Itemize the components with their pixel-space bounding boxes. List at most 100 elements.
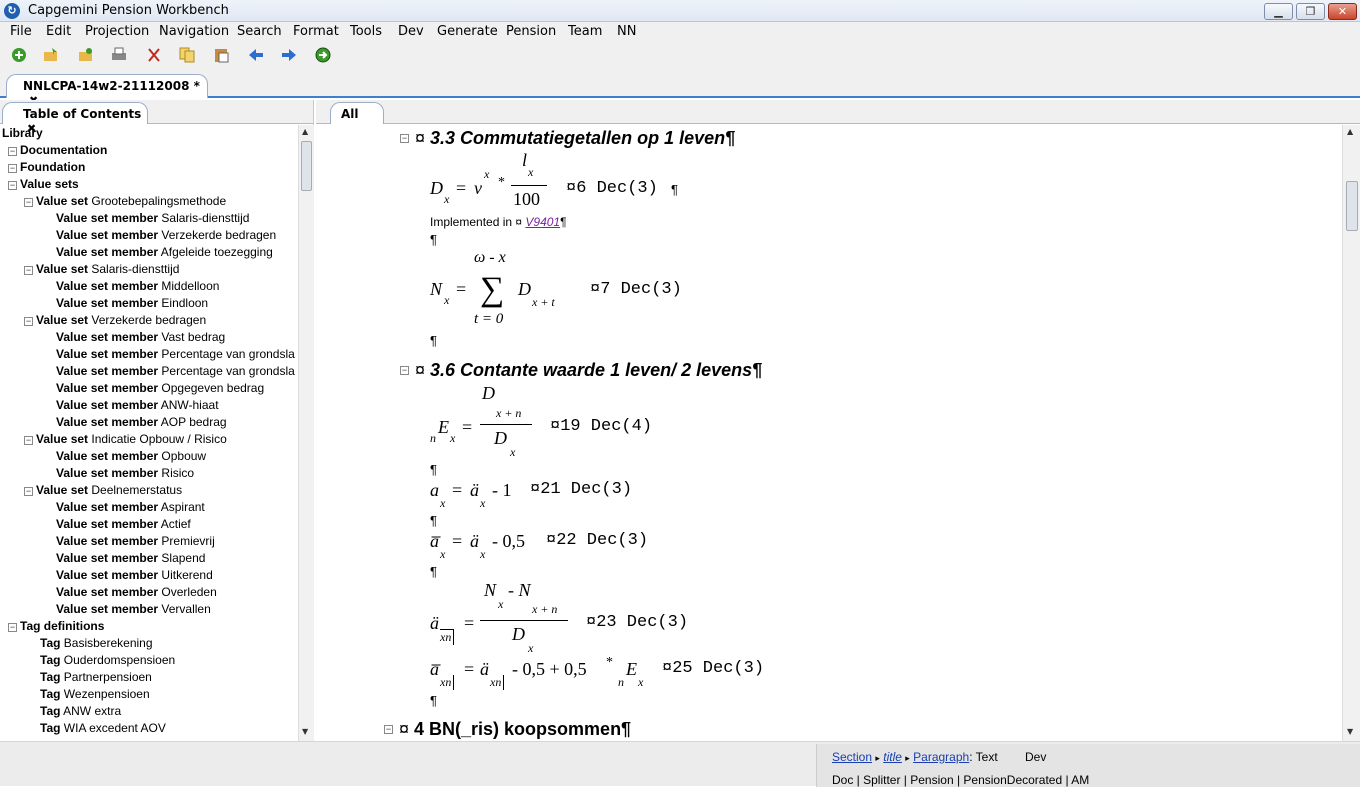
toc-item[interactable]: Tag WIA excedent AOV [40,720,166,737]
toc-item[interactable]: Value set member AOP bedrag [56,414,227,431]
toc-item[interactable]: Tag Basisberekening [40,635,153,652]
implemented-link-v9401[interactable]: V9401 [525,215,560,229]
collapse-icon[interactable]: − [24,436,33,445]
breadcrumb-paragraph[interactable]: Paragraph [913,750,969,764]
annotation-7[interactable]: ¤7 Dec(3) [590,280,682,299]
toc-item[interactable]: Library [2,125,43,142]
maximize-button[interactable]: ❐ [1296,3,1325,20]
menu-team[interactable]: Team [568,24,602,39]
section-heading-3-3[interactable]: − ¤ 3.3 Commutatiegetallen op 1 leven¶ [400,128,735,149]
tab-table-of-contents[interactable]: Table of Contents ✖ [2,102,148,135]
toc-item[interactable]: Value set member ANW-hiaat [56,397,219,414]
annotation-23[interactable]: ¤23 Dec(3) [586,613,688,632]
tab-nnlcpa[interactable]: NNLCPA-14w2-21112008 * ✖ [6,74,208,107]
annotation-25[interactable]: ¤25 Dec(3) [662,659,764,678]
menu-generate[interactable]: Generate [437,24,498,39]
toc-item[interactable]: − Foundation [8,159,85,176]
collapse-icon[interactable]: − [400,134,409,143]
menu-pension[interactable]: Pension [506,24,556,39]
scroll-up-icon[interactable]: ▲ [1347,127,1353,136]
copy-icon[interactable] [178,46,196,64]
toc-item[interactable]: Tag Partnerpensioen [40,669,152,686]
toc-item[interactable]: Value set member Uitkerend [56,567,213,584]
close-button[interactable]: ✕ [1328,3,1357,20]
menu-file[interactable]: File [10,24,32,39]
toc-item[interactable]: Value set member Percentage van grondsla [56,346,295,363]
collapse-icon[interactable]: − [24,317,33,326]
open-icon[interactable] [42,46,60,64]
menu-format[interactable]: Format [293,24,339,39]
toc-item[interactable]: − Value sets [8,176,79,193]
toc-item[interactable]: Value set member Percentage van grondsla [56,363,295,380]
toc-item[interactable]: Value set member Salaris-diensttijd [56,210,249,227]
cut-icon[interactable] [145,46,163,64]
annotation-22[interactable]: ¤22 Dec(3) [546,531,648,550]
collapse-icon[interactable]: − [8,147,17,156]
toc-item[interactable]: − Tag definitions [8,618,104,635]
toc-item[interactable]: − Value set Salaris-diensttijd [24,261,179,278]
annotation-19[interactable]: ¤19 Dec(4) [550,417,652,436]
section-heading-3-6[interactable]: − ¤ 3.6 Contante waarde 1 leven/ 2 levens… [400,360,762,381]
toc-item[interactable]: Value set member Afgeleide toezegging [56,244,273,261]
scroll-down-icon[interactable]: ▼ [1347,727,1353,736]
document-scrollbar[interactable]: ▲ ▼ [1342,125,1360,741]
toc-item[interactable]: Value set member Vervallen [56,601,211,618]
menu-nn[interactable]: NN [617,24,636,39]
collapse-icon[interactable]: − [384,725,393,734]
menu-edit[interactable]: Edit [46,24,71,39]
toc-item[interactable]: Value set member Verzekerde bedragen [56,227,276,244]
collapse-icon[interactable]: − [8,181,17,190]
toc-item[interactable]: Value set member Aspirant [56,499,205,516]
tab-all[interactable]: All [330,102,384,124]
scroll-down-icon[interactable]: ▼ [302,727,308,736]
toc-item[interactable]: Value set member Overleden [56,584,217,601]
toc-item[interactable]: − Value set Grootebepalingsmethode [24,193,226,210]
toc-item[interactable]: Value set member Risico [56,465,194,482]
toc-item[interactable]: − Documentation [8,142,107,159]
print-icon[interactable] [110,46,128,64]
toc-item[interactable]: Tag ANW extra [40,703,121,720]
breadcrumb-title[interactable]: title [883,750,902,764]
toc-item[interactable]: Value set member Premievrij [56,533,215,550]
toc-item[interactable]: Value set member Middelloon [56,278,219,295]
toc-item[interactable]: Value set member Eindloon [56,295,208,312]
annotation-6[interactable]: ¤6 Dec(3) [566,179,658,198]
annotation-21[interactable]: ¤21 Dec(3) [530,480,632,499]
toc-item[interactable]: Value set member Vast bedrag [56,329,225,346]
new-icon[interactable] [10,46,28,64]
formula-abar-minus05: - 0,5 [492,531,525,551]
collapse-icon[interactable]: − [8,623,17,632]
collapse-icon[interactable]: − [24,266,33,275]
minimize-button[interactable]: ▁ [1264,3,1293,20]
paste-icon[interactable] [212,46,230,64]
toc-item[interactable]: Value set member Actief [56,516,191,533]
collapse-icon[interactable]: − [400,366,409,375]
scroll-up-icon[interactable]: ▲ [302,127,308,136]
toc-scrollbar[interactable]: ▲ ▼ [298,125,314,741]
menu-navigation[interactable]: Navigation [159,24,229,39]
menu-projection[interactable]: Projection [85,24,149,39]
collapse-icon[interactable]: − [24,487,33,496]
collapse-icon[interactable]: − [24,198,33,207]
toc-item[interactable]: − Value set Indicatie Opbouw / Risico [24,431,227,448]
toc-item[interactable]: − Value set Verzekerde bedragen [24,312,206,329]
go-icon[interactable] [314,46,332,64]
menu-dev[interactable]: Dev [398,24,424,39]
menu-tools[interactable]: Tools [350,24,382,39]
section-heading-4[interactable]: − ¤ 4 BN(_ris) koopsommen¶ [384,719,631,740]
document-content[interactable]: − ¤ 3.3 Commutatiegetallen op 1 leven¶ D … [316,125,1342,741]
toc-scroll-thumb[interactable] [301,141,312,191]
collapse-icon[interactable]: − [8,164,17,173]
forward-icon[interactable] [280,46,298,64]
toc-item[interactable]: Tag Ouderdomspensioen [40,652,175,669]
open-folder-icon[interactable] [77,46,95,64]
toc-item[interactable]: Value set member Opbouw [56,448,206,465]
document-scroll-thumb[interactable] [1346,181,1358,231]
toc-item[interactable]: Tag Wezenpensioen [40,686,150,703]
toc-item[interactable]: Value set member Opgegeven bedrag [56,380,264,397]
menu-search[interactable]: Search [237,24,282,39]
toc-item[interactable]: − Value set Deelnemerstatus [24,482,182,499]
toc-item[interactable]: Value set member Slapend [56,550,205,567]
back-icon[interactable] [247,46,265,64]
breadcrumb-section[interactable]: Section [832,750,872,764]
